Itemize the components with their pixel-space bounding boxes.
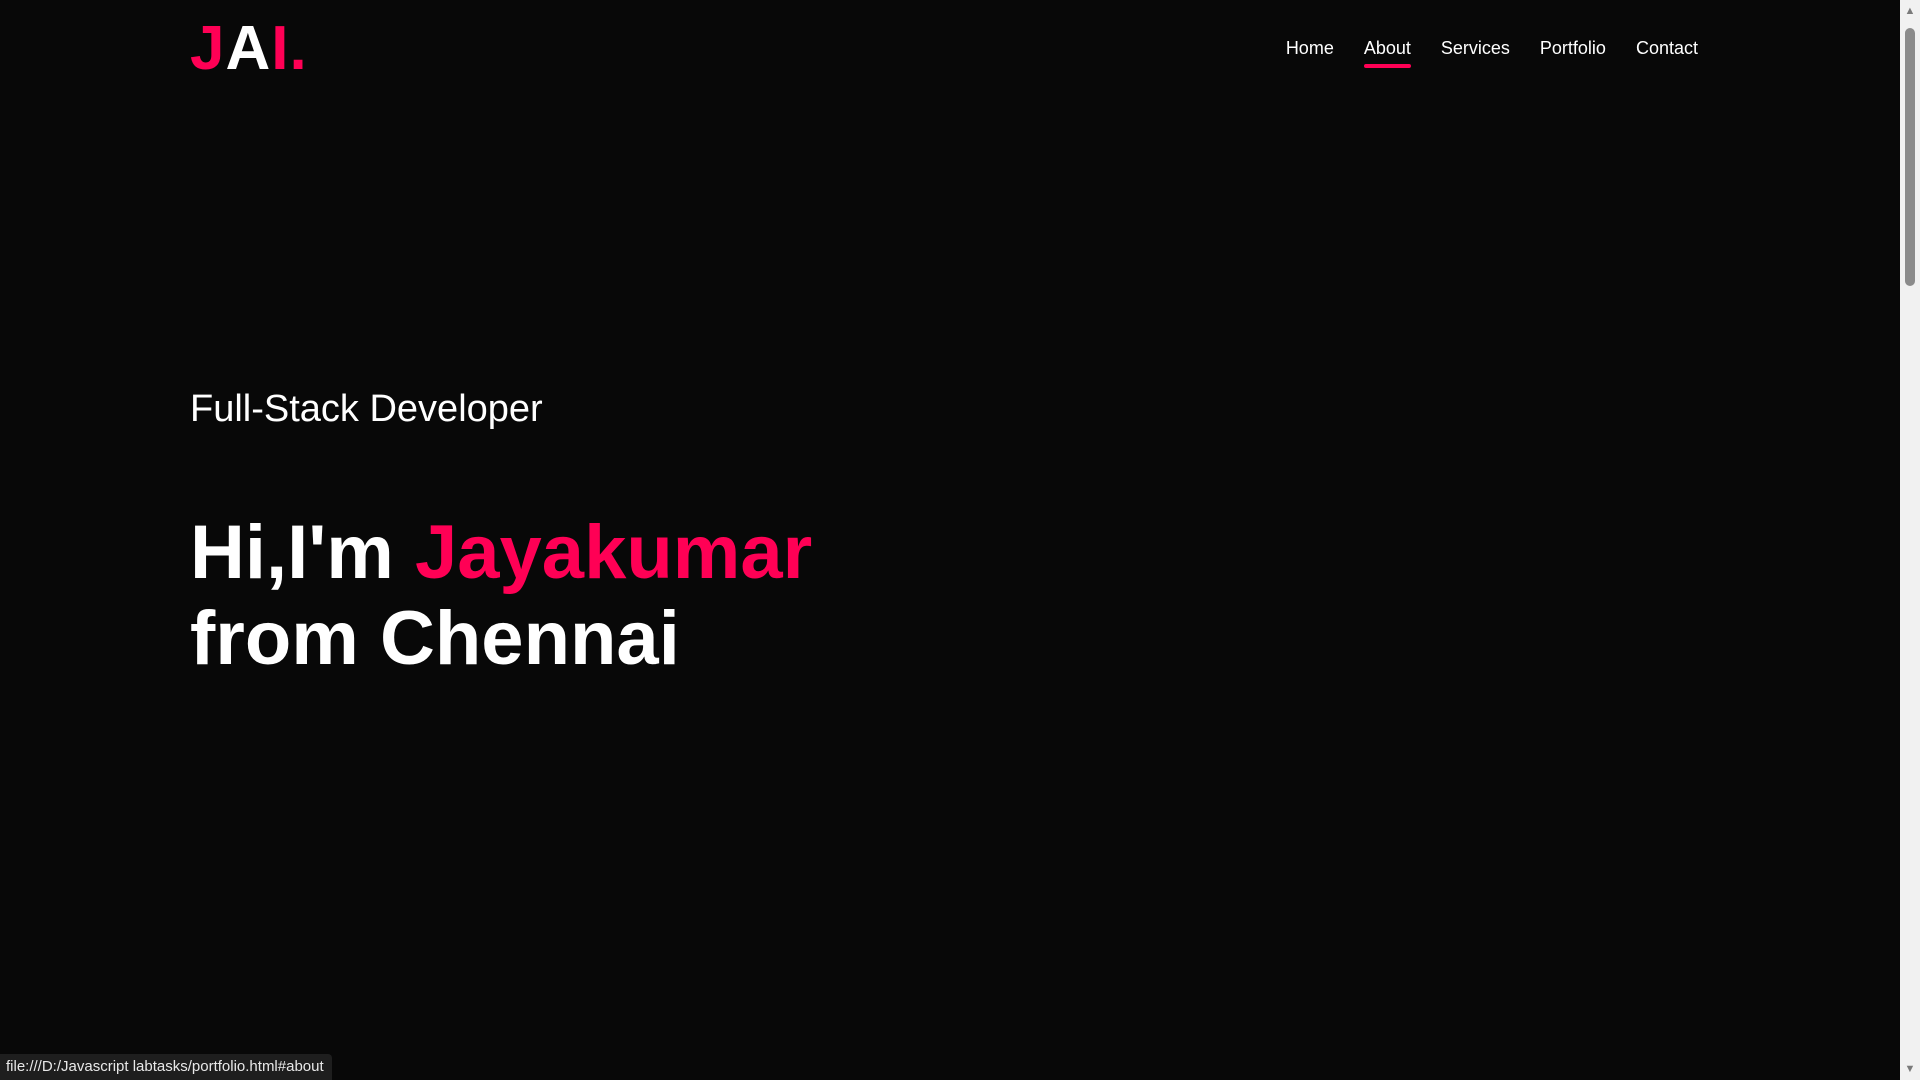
main-navigation: Home About Services Portfolio Contact: [1286, 36, 1698, 68]
nav-link-about[interactable]: About: [1363, 36, 1411, 68]
scroll-down-arrow-icon[interactable]: ▼: [1900, 1060, 1920, 1078]
hero-location: from Chennai: [190, 596, 680, 681]
hero-greeting: Hi,I'm: [190, 510, 415, 595]
logo-letter-a: A: [225, 14, 272, 83]
logo-letter-i: I: [271, 14, 290, 83]
scroll-up-arrow-icon[interactable]: ▲: [1900, 2, 1920, 20]
logo-dot: .: [289, 14, 308, 83]
nav-link-home[interactable]: Home: [1286, 36, 1334, 60]
page-viewport: JAI. Home About Services Portfolio Conta…: [0, 0, 1900, 1080]
hero-headline: Hi,I'm Jayakumar from Chennai: [190, 510, 812, 682]
nav-link-services[interactable]: Services: [1441, 36, 1510, 60]
browser-window: JAI. Home About Services Portfolio Conta…: [0, 0, 1920, 1080]
hero-name: Jayakumar: [415, 510, 813, 595]
status-url: file:///D:/Javascript labtasks/portfolio…: [6, 1058, 324, 1075]
nav-link-contact[interactable]: Contact: [1636, 36, 1698, 60]
browser-status-bar: file:///D:/Javascript labtasks/portfolio…: [0, 1054, 332, 1080]
vertical-scrollbar[interactable]: ▲ ▼: [1900, 0, 1920, 1080]
hero-role: Full-Stack Developer: [190, 388, 543, 430]
site-logo[interactable]: JAI.: [190, 18, 308, 80]
logo-letter-j: J: [190, 14, 226, 83]
scrollbar-thumb[interactable]: [1905, 28, 1915, 286]
nav-link-portfolio[interactable]: Portfolio: [1540, 36, 1606, 60]
